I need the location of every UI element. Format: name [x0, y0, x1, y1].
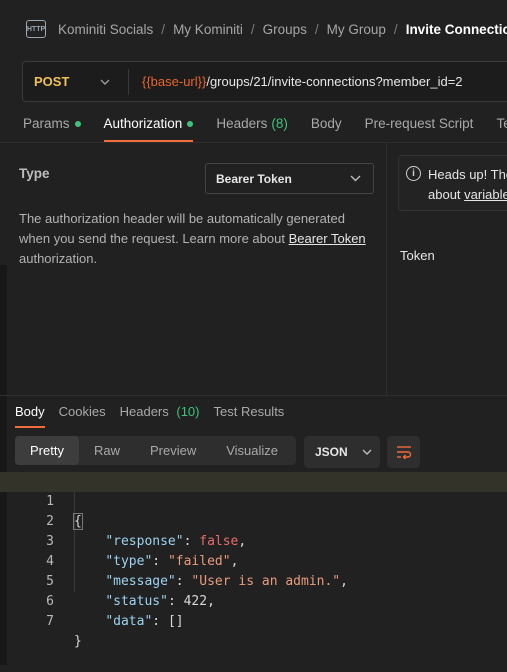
- line-number: 7: [46, 614, 54, 629]
- code-line: 2 "response": false,: [0, 492, 507, 549]
- view-pretty-button[interactable]: Pretty: [15, 436, 79, 465]
- response-body-editor[interactable]: 1 { 2 "response": false, 3 "type": "fail…: [0, 472, 507, 649]
- code-line: 1 {: [0, 472, 507, 530]
- response-tab-cookies[interactable]: Cookies: [59, 404, 106, 428]
- response-tabs: Body Cookies Headers (10) Test Results: [15, 404, 298, 428]
- request-tabs: Params Authorization Headers (8) Body Pr…: [23, 116, 507, 142]
- breadcrumb-separator: /: [250, 21, 255, 37]
- url-divider: [128, 68, 129, 95]
- auth-type-select[interactable]: Bearer Token: [205, 163, 374, 194]
- code-line: 4 "message": "User is an admin.",: [0, 532, 507, 589]
- url-variable: {{base-url}}: [142, 74, 207, 89]
- panel-divider: [386, 143, 387, 395]
- response-tab-headers[interactable]: Headers (10): [120, 404, 200, 428]
- tab-pre-request-script[interactable]: Pre-request Script: [365, 116, 474, 142]
- code-line: 6 "data": []: [0, 572, 507, 629]
- notice-line-2-prefix: about: [428, 187, 465, 202]
- breadcrumb-item-my-group[interactable]: My Group: [327, 22, 386, 37]
- tab-label: Pre-request Script: [364, 116, 474, 131]
- method-select[interactable]: POST: [34, 74, 100, 89]
- active-dot-icon: [187, 121, 194, 127]
- notice-text: Heads up! The about variable: [428, 165, 507, 205]
- breadcrumb-item-groups[interactable]: Groups: [263, 22, 307, 37]
- breadcrumb-separator: /: [314, 21, 319, 37]
- response-tab-body[interactable]: Body: [15, 404, 45, 428]
- tab-label: Headers: [216, 116, 268, 131]
- line-text: "data": []: [105, 614, 184, 629]
- tabs-divider: [0, 142, 507, 143]
- request-url-bar: POST {{base-url}}/groups/21/invite-conne…: [22, 61, 507, 102]
- auth-type-label: Type: [19, 166, 50, 181]
- heads-up-notice: i Heads up! The about variable: [398, 155, 507, 211]
- code-line: 3 "type": "failed",: [0, 512, 507, 569]
- auth-type-value: Bearer Token: [216, 171, 292, 186]
- tab-authorization[interactable]: Authorization: [103, 116, 194, 142]
- tab-label: Tes: [496, 116, 507, 131]
- view-visualize-button[interactable]: Visualize: [211, 436, 293, 465]
- tab-label: Body: [310, 116, 342, 131]
- code-line: 7 }: [0, 592, 507, 649]
- code-line: 5 "status": 422,: [0, 552, 507, 609]
- tab-tests[interactable]: Tes: [496, 116, 507, 142]
- view-raw-button[interactable]: Raw: [79, 436, 135, 465]
- info-icon: i: [406, 166, 421, 181]
- bearer-token-link[interactable]: Bearer Token: [289, 231, 366, 246]
- response-format-select[interactable]: JSON: [304, 436, 380, 468]
- format-value: JSON: [315, 445, 348, 459]
- chevron-down-icon[interactable]: [100, 76, 128, 88]
- tab-params[interactable]: Params: [23, 116, 81, 142]
- notice-line-2: about variable: [428, 185, 507, 205]
- tab-label: Headers: [119, 404, 169, 419]
- response-headers-count: (10): [176, 404, 200, 419]
- line-text: }: [74, 634, 82, 649]
- http-request-icon: HTTP: [26, 20, 46, 38]
- response-divider[interactable]: [0, 395, 507, 396]
- chevron-down-icon: [350, 173, 361, 185]
- response-tab-test-results[interactable]: Test Results: [214, 404, 285, 428]
- notice-line-1: Heads up! The: [428, 167, 507, 182]
- breadcrumb-current-request[interactable]: Invite Connection: [406, 22, 507, 37]
- wrap-lines-button[interactable]: [387, 436, 420, 468]
- response-view-modes: Pretty Raw Preview Visualize: [15, 436, 296, 465]
- auth-description: The authorization header will be automat…: [19, 209, 374, 269]
- token-label: Token: [400, 248, 435, 263]
- breadcrumb: HTTP Kominiti Socials / My Kominiti / Gr…: [26, 18, 507, 40]
- tab-body[interactable]: Body: [311, 116, 342, 142]
- tab-label: Authorization: [103, 116, 183, 131]
- wrap-lines-icon: [396, 446, 411, 459]
- tab-headers[interactable]: Headers (8): [216, 116, 288, 142]
- breadcrumb-item-kominiti-socials[interactable]: Kominiti Socials: [58, 22, 153, 37]
- active-dot-icon: [74, 121, 81, 127]
- chevron-down-icon: [362, 446, 372, 458]
- breadcrumb-item-my-kominiti[interactable]: My Kominiti: [173, 22, 243, 37]
- view-preview-button[interactable]: Preview: [135, 436, 211, 465]
- auth-description-suffix: authorization.: [19, 251, 98, 266]
- url-input[interactable]: {{base-url}}/groups/21/invite-connection…: [142, 74, 463, 89]
- url-path: /groups/21/invite-connections?member_id=…: [206, 74, 463, 89]
- headers-count: (8): [271, 116, 288, 131]
- variables-link[interactable]: variable: [464, 187, 507, 202]
- breadcrumb-separator: /: [393, 21, 398, 37]
- tab-label: Params: [23, 116, 70, 131]
- breadcrumb-separator: /: [161, 21, 166, 37]
